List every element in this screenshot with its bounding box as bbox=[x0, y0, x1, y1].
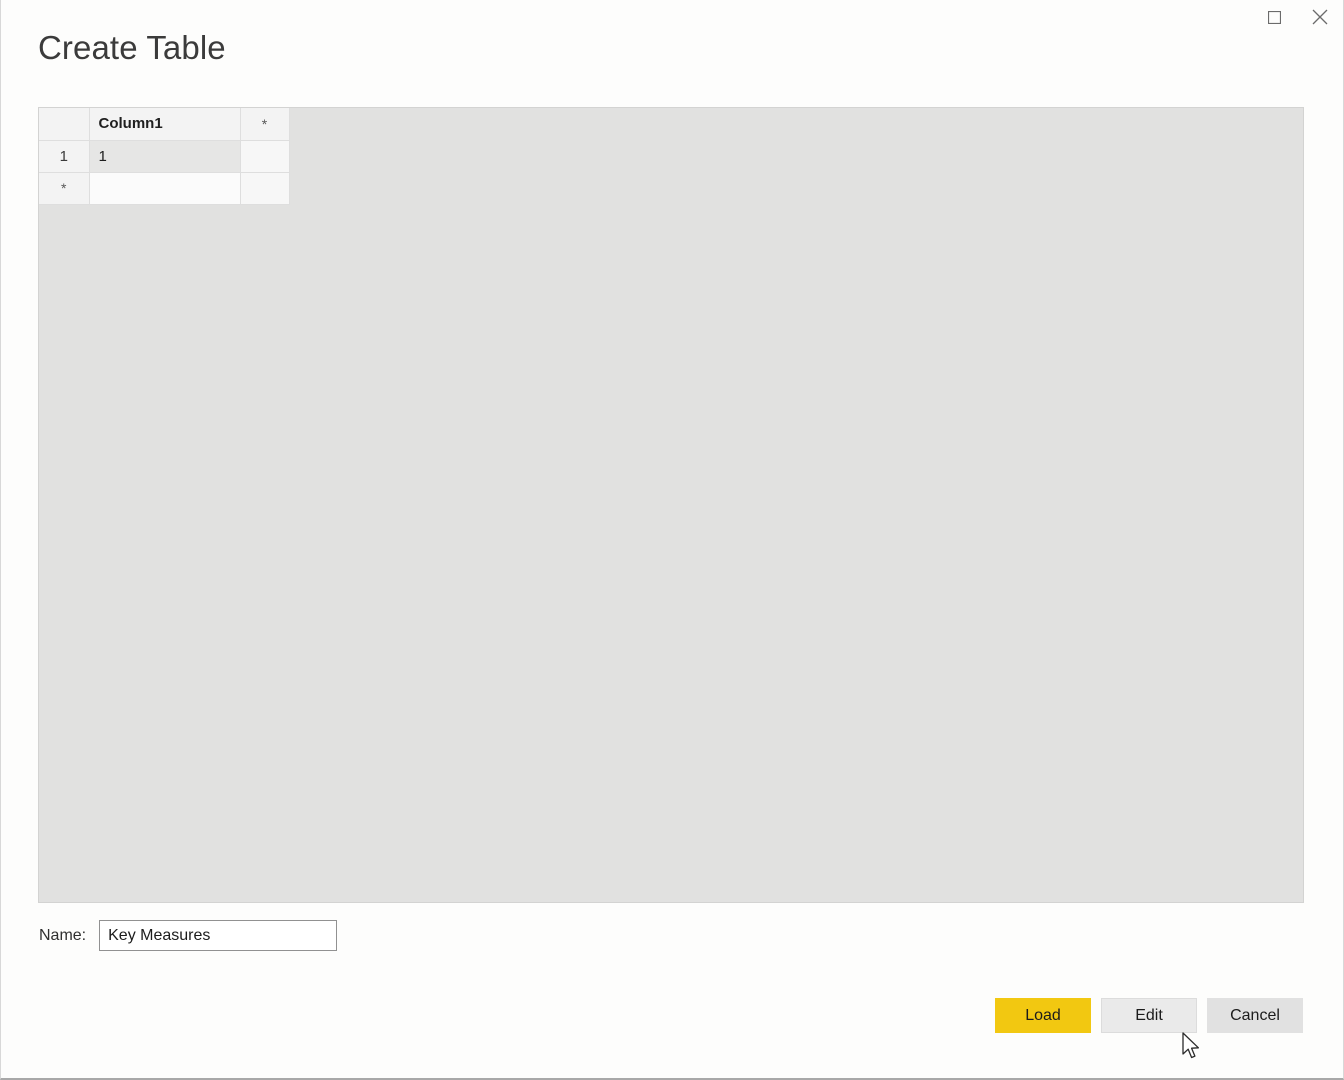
table-name-input[interactable] bbox=[99, 920, 338, 951]
square-icon bbox=[1267, 10, 1281, 24]
table-row[interactable]: 1 1 bbox=[39, 140, 290, 173]
column-header-column1[interactable]: Column1 bbox=[89, 108, 241, 141]
grid-corner-cell[interactable] bbox=[39, 108, 90, 141]
cell-newrow-column1[interactable] bbox=[89, 172, 241, 205]
row-header-new[interactable]: * bbox=[39, 172, 90, 205]
create-table-dialog: Create Table Column1 * 1 1 * Name: Key M… bbox=[0, 0, 1344, 1080]
cell-newrow-newcolumn[interactable] bbox=[240, 172, 290, 205]
mouse-cursor bbox=[1181, 1032, 1203, 1067]
maximize-button[interactable] bbox=[1251, 0, 1297, 34]
dialog-footer: Load Edit Cancel bbox=[995, 998, 1303, 1033]
cell-row1-column1[interactable]: 1 bbox=[89, 140, 241, 173]
cancel-button[interactable]: Cancel bbox=[1207, 998, 1303, 1033]
load-button[interactable]: Load bbox=[995, 998, 1091, 1033]
close-icon bbox=[1312, 9, 1328, 25]
page-title: Create Table bbox=[38, 29, 226, 66]
close-button[interactable] bbox=[1297, 0, 1343, 34]
grid-header-row: Column1 * bbox=[39, 108, 290, 141]
row-header-1[interactable]: 1 bbox=[39, 140, 90, 173]
data-grid[interactable]: Column1 * 1 1 * bbox=[39, 108, 290, 205]
window-controls bbox=[1251, 0, 1343, 40]
name-row: Name: bbox=[39, 920, 338, 951]
name-label: Name: bbox=[39, 926, 87, 944]
cell-row1-newcolumn[interactable] bbox=[240, 140, 290, 173]
table-editor-panel[interactable]: Column1 * 1 1 * bbox=[38, 107, 1304, 903]
table-row[interactable]: * bbox=[39, 172, 290, 205]
edit-button[interactable]: Edit bbox=[1101, 998, 1197, 1033]
new-column-header[interactable]: * bbox=[240, 108, 290, 141]
